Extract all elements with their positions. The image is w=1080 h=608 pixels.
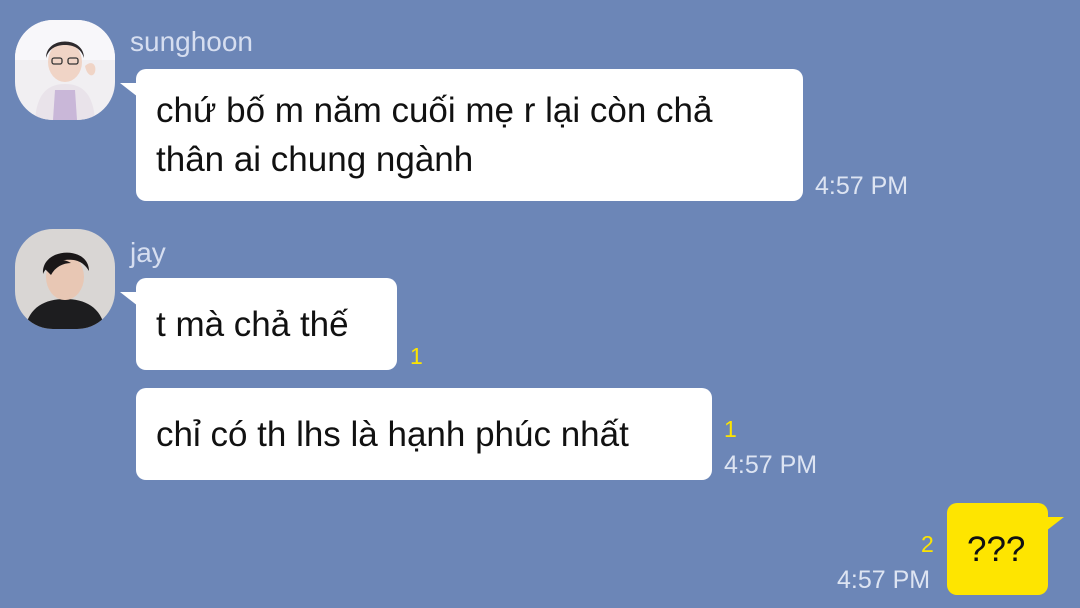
message-timestamp: 4:57 PM xyxy=(815,172,909,200)
my-message-bubble[interactable]: ??? xyxy=(947,503,1064,595)
sender-name: sunghoon xyxy=(130,26,254,57)
sender-name: jay xyxy=(130,237,166,268)
profile-photo-icon xyxy=(15,229,115,329)
message-text: ??? xyxy=(967,530,1026,569)
sender-avatar-jay[interactable] xyxy=(15,229,115,329)
profile-photo-icon xyxy=(15,20,115,120)
chat-window[interactable]: sunghoon chứ bố m năm cuối mẹ r lại còn … xyxy=(0,0,1080,608)
message-timestamp: 4:57 PM xyxy=(837,566,931,594)
unread-count: 1 xyxy=(410,343,423,369)
message-text: chỉ có th lhs là hạnh phúc nhất xyxy=(156,415,629,454)
message-bubble[interactable]: t mà chả thế xyxy=(120,278,397,370)
message-text: t mà chả thế xyxy=(156,305,349,344)
message-text-line: thân ai chung ngành xyxy=(156,140,474,179)
message-timestamp: 4:57 PM xyxy=(724,451,818,479)
unread-count: 2 xyxy=(921,531,934,557)
unread-count: 1 xyxy=(724,416,737,442)
message-bubble[interactable]: chỉ có th lhs là hạnh phúc nhất xyxy=(136,388,712,480)
sender-avatar-sunghoon[interactable] xyxy=(15,20,115,120)
message-text-line: chứ bố m năm cuối mẹ r lại còn chả xyxy=(156,91,713,130)
message-bubble[interactable]: chứ bố m năm cuối mẹ r lại còn chả thân … xyxy=(120,69,803,201)
